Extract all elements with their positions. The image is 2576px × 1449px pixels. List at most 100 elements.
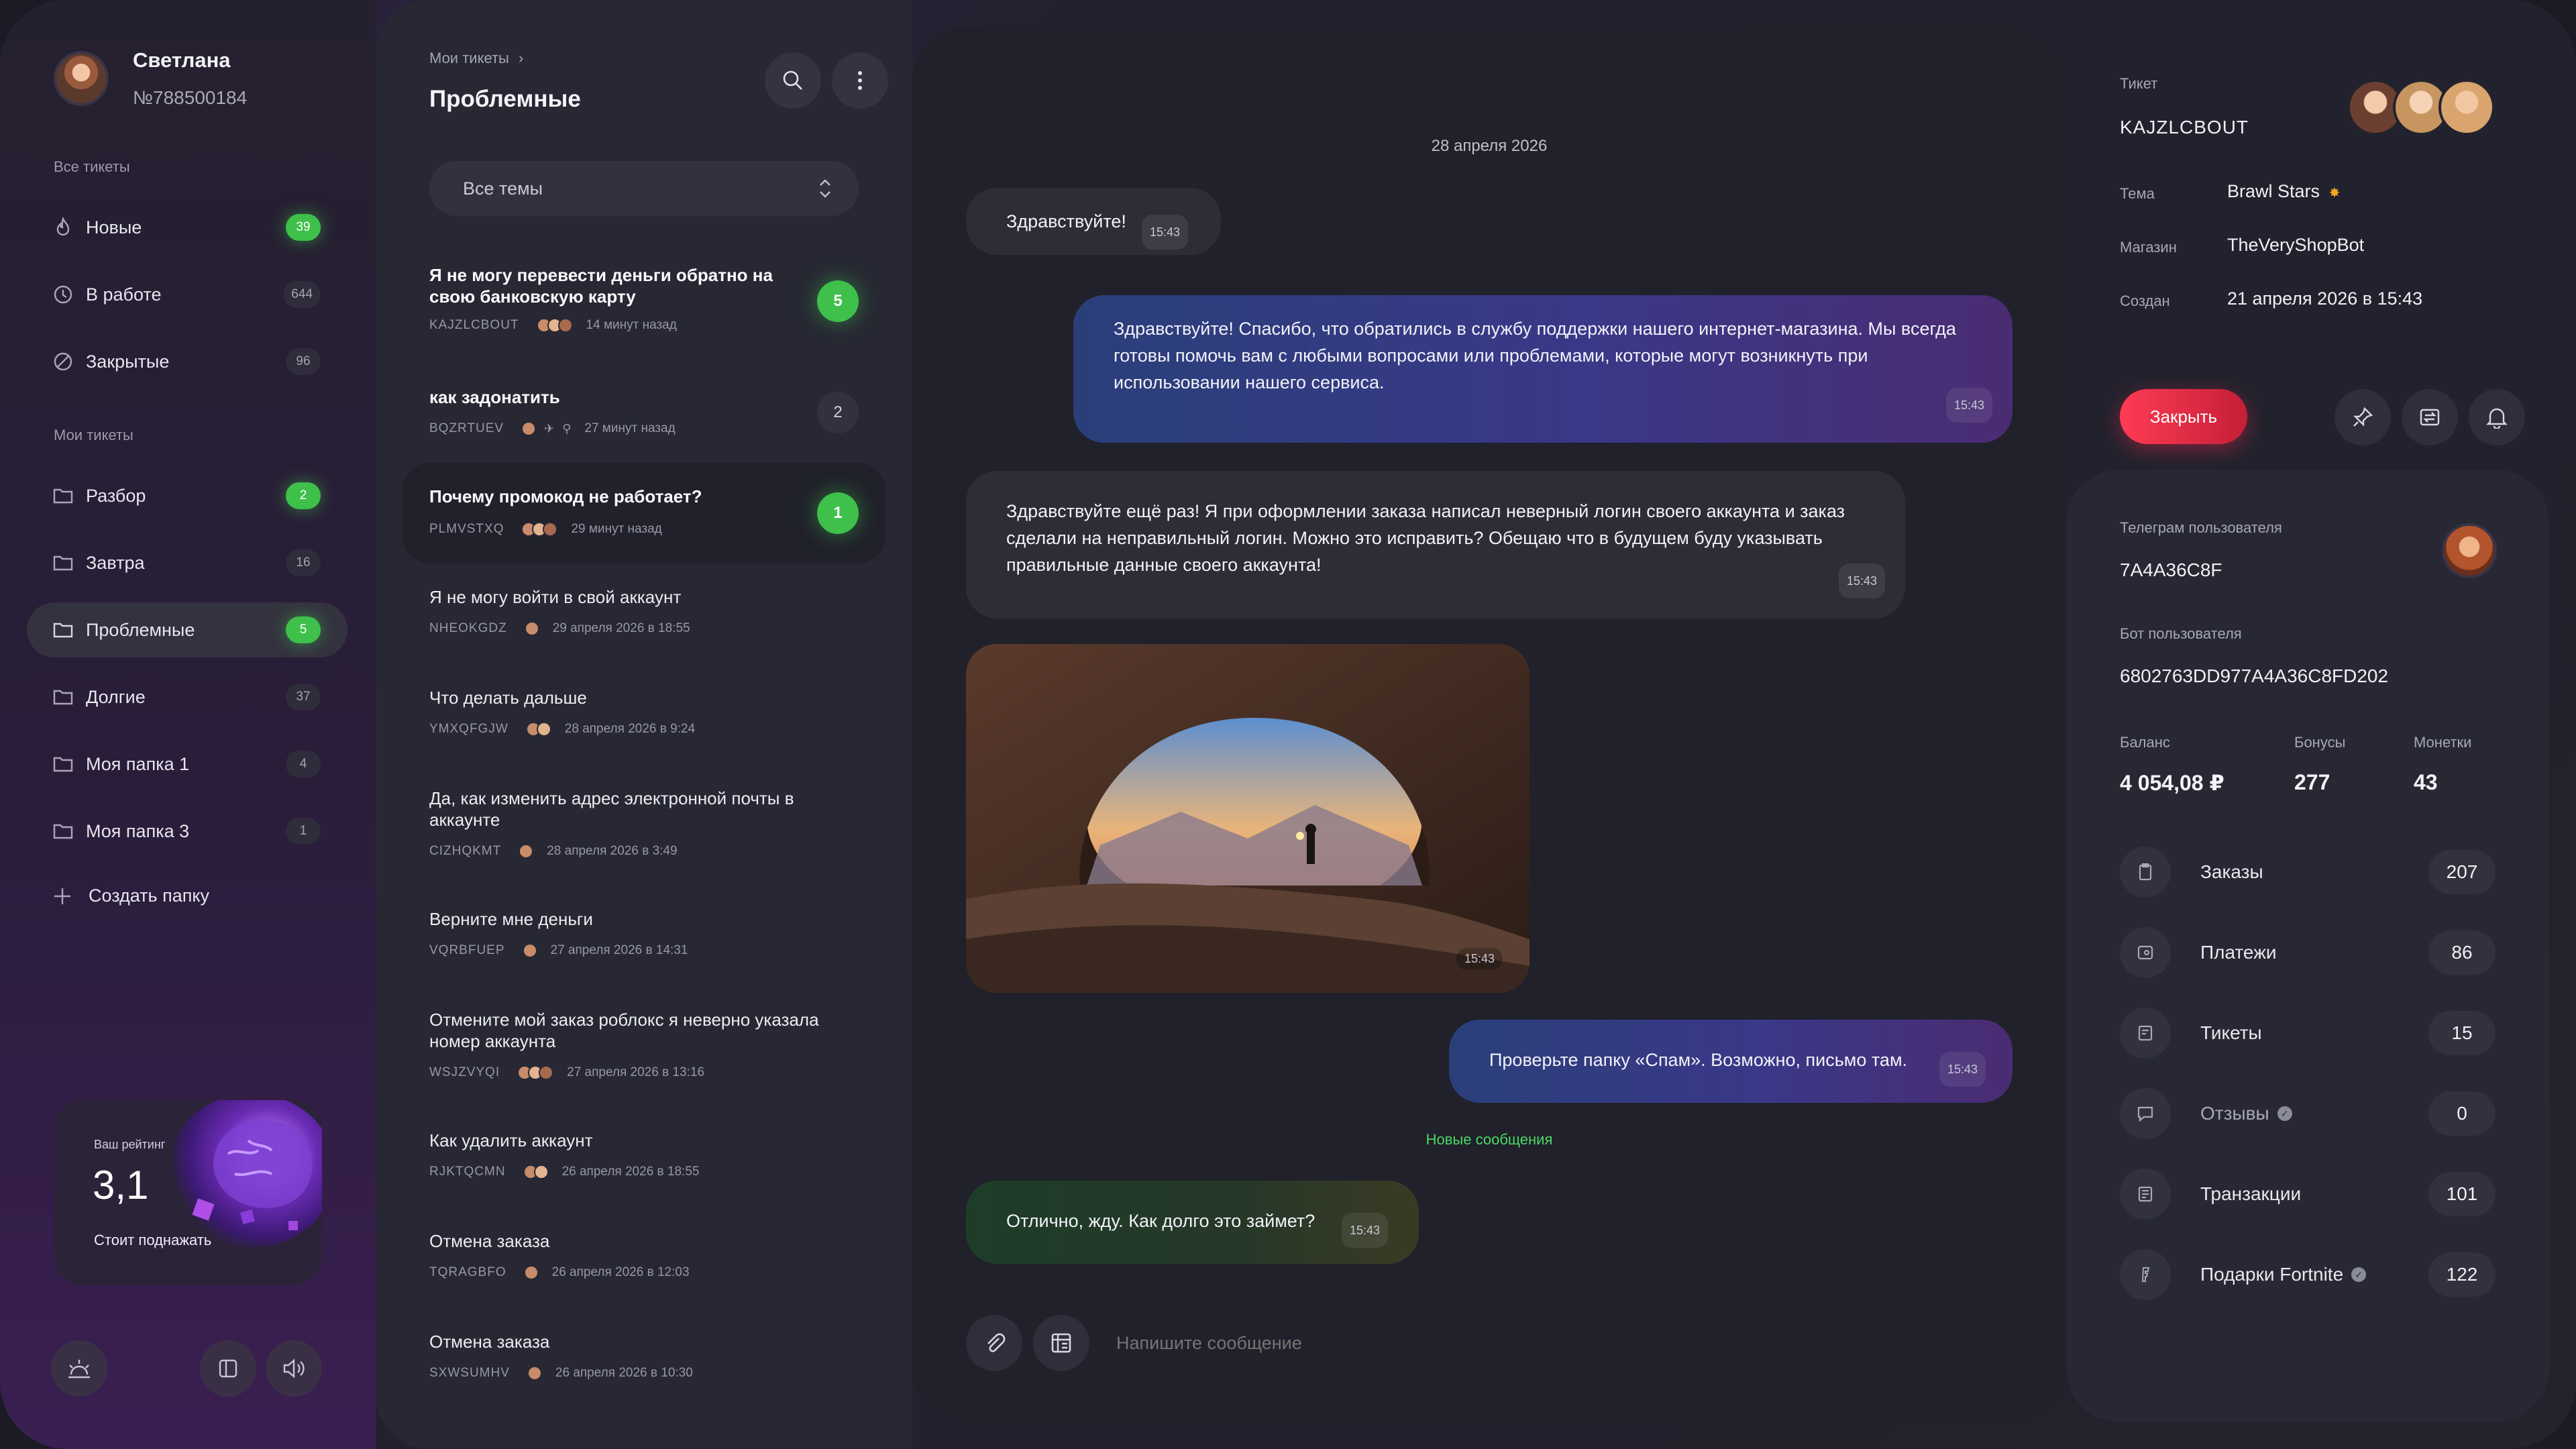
more-vertical-icon: [858, 71, 862, 90]
customer-info-panel: Телеграм пользователя 7A4A36C8F Бот поль…: [2066, 470, 2549, 1422]
stat-value: 15: [2428, 1011, 2496, 1055]
ticket-meta: VQRBFUEP 27 апреля 2026 в 14:31: [429, 943, 688, 958]
folder-icon: [52, 485, 74, 506]
ticket-item[interactable]: Отмена заказа SXWSUMHV 26 апреля 2026 в …: [402, 1322, 885, 1409]
assignee-avatars: [527, 1366, 542, 1381]
chevron-up-down-icon: [820, 179, 830, 198]
ticket-item[interactable]: Отмена заказа TQRAGBFO 26 апреля 2026 в …: [402, 1221, 885, 1308]
ticket-code: SXWSUMHV: [429, 1366, 510, 1380]
message-incoming[interactable]: Здравствуйте ещё раз! Я при оформлении з…: [966, 471, 1905, 619]
sidebar-item-in-progress[interactable]: В работе 644: [27, 267, 347, 322]
collapse-sidebar-button[interactable]: [200, 1340, 256, 1397]
ticket-item[interactable]: Я не могу войти в свой аккаунт NHEOKGDZ …: [402, 577, 885, 664]
stat-reviews[interactable]: Отзывы ✓ 0: [2120, 1087, 2496, 1140]
ticket-item[interactable]: Как удалить аккаунт RJKTQCMN 26 апреля 2…: [402, 1120, 885, 1208]
message-outgoing[interactable]: Проверьте папку «Спам». Возможно, письмо…: [1449, 1020, 2012, 1103]
ticket-code: KAJZLCBOUT: [429, 318, 519, 332]
sidebar-item-problematic[interactable]: Проблемные 5: [27, 602, 347, 657]
bonuses-value: 277: [2294, 770, 2330, 794]
assignee-avatars: [522, 943, 537, 958]
folder-icon: [52, 753, 74, 775]
ticket-info-panel: Тикет KAJZLCBOUT Тема Brawl Stars ✸ Мага…: [2066, 27, 2549, 470]
ticket-item[interactable]: Верните мне деньги VQRBFUEP 27 апреля 20…: [402, 899, 885, 986]
coins-value: 43: [2414, 770, 2438, 794]
theme-toggle-button[interactable]: [51, 1340, 107, 1397]
stat-orders[interactable]: Заказы 207: [2120, 845, 2496, 899]
transfer-button[interactable]: [2402, 389, 2458, 445]
ticket-item[interactable]: как задонатить BQZRTUEV ✈ ⚲ 27 минут наз…: [402, 362, 885, 449]
chat-panel: 28 апреля 2026 Здравствуйте! 15:43 Здрав…: [912, 27, 2066, 1422]
count-badge: 5: [286, 616, 321, 643]
search-icon: [783, 70, 802, 90]
topic-filter-select[interactable]: Все темы: [429, 161, 859, 216]
sidebar-item-label: Разбор: [86, 485, 146, 506]
sidebar-item-new[interactable]: Новые 39: [27, 200, 347, 255]
check-badge-icon: ✓: [2351, 1267, 2367, 1282]
folder-icon: [52, 686, 74, 708]
ticket-code: CIZHQKMT: [429, 844, 502, 858]
rating-caption: Ваш рейтинг: [94, 1138, 166, 1151]
notifications-button[interactable]: [2469, 389, 2525, 445]
message-outgoing[interactable]: Здравствуйте! Спасибо, что обратились в …: [1073, 295, 2012, 443]
payment-icon: [2120, 927, 2171, 978]
breadcrumb-item[interactable]: Мои тикеты: [429, 50, 509, 66]
attach-button[interactable]: [966, 1315, 1022, 1371]
assignee-avatars[interactable]: [2347, 79, 2495, 136]
more-menu-button[interactable]: [832, 52, 888, 109]
sidebar-item-folder-3[interactable]: Моя папка 3 1: [27, 804, 347, 859]
balance-value: 4 054,08 ₽: [2120, 771, 2224, 795]
ticket-title: Что делать дальше: [429, 688, 587, 708]
bot-value[interactable]: 6802763DD977A4A36C8FD202: [2120, 665, 2388, 687]
stat-transactions[interactable]: Транзакции 101: [2120, 1167, 2496, 1221]
sidebar-item-label: Долгие: [86, 686, 146, 707]
stat-tickets[interactable]: Тикеты 15: [2120, 1006, 2496, 1060]
breadcrumb[interactable]: Мои тикеты ›: [429, 50, 523, 67]
sidebar-item-tomorrow[interactable]: Завтра 16: [27, 535, 347, 590]
page-title: Проблемные: [429, 86, 581, 112]
ticket-item[interactable]: Что делать дальше YMXQFGJW 28 апреля 202…: [402, 678, 885, 765]
telegram-value[interactable]: 7A4A36C8F: [2120, 559, 2222, 581]
user-profile[interactable]: Светлана №788500184: [54, 48, 247, 109]
pushpin-icon: ⚲: [562, 421, 572, 435]
fortnite-icon: [2120, 1249, 2171, 1300]
assignee-avatars: [519, 844, 534, 859]
count-badge: 1: [286, 818, 321, 845]
assignee-avatars: [521, 522, 558, 537]
sidebar-item-label: Закрытые: [86, 351, 170, 372]
ticket-title: Да, как изменить адрес электронной почты…: [429, 788, 794, 830]
close-ticket-button[interactable]: Закрыть: [2120, 389, 2247, 444]
ticket-title: Отмените мой заказ роблокс я неверно ука…: [429, 1010, 819, 1051]
message-time: 15:43: [1838, 564, 1885, 598]
ticket-time: 26 апреля 2026 в 18:55: [561, 1165, 700, 1179]
message-input[interactable]: [1116, 1332, 1921, 1354]
pin-icon: ✈: [544, 421, 555, 435]
ticket-time: 29 апреля 2026 в 18:55: [552, 621, 690, 635]
sound-toggle-button[interactable]: [266, 1340, 322, 1397]
stat-payments[interactable]: Платежи 86: [2120, 926, 2496, 979]
rating-card[interactable]: Ваш рейтинг 3,1 Стоит поднажать: [54, 1100, 322, 1285]
message-incoming[interactable]: Здравствуйте! 15:43: [966, 188, 1221, 255]
sidebar-item-long[interactable]: Долгие 37: [27, 669, 347, 724]
stat-label-text: Подарки Fortnite: [2200, 1264, 2344, 1285]
message-image[interactable]: 15:43: [966, 644, 1529, 993]
ticket-item[interactable]: Я не могу перевести деньги обратно на св…: [402, 248, 885, 342]
ticket-code: BQZRTUEV: [429, 421, 504, 435]
ticket-item[interactable]: Да, как изменить адрес электронной почты…: [402, 778, 885, 879]
sidebar-item-closed[interactable]: Закрытые 96: [27, 334, 347, 389]
transfer-icon: [2420, 409, 2440, 426]
message-time: 15:43: [1939, 1052, 1986, 1087]
message-incoming[interactable]: Отлично, жду. Как долго это займет? 15:4…: [966, 1181, 1419, 1264]
search-button[interactable]: [765, 52, 821, 109]
ticket-item[interactable]: Отмените мой заказ роблокс я неверно ука…: [402, 1000, 885, 1100]
templates-button[interactable]: [1033, 1315, 1089, 1371]
customer-avatar[interactable]: [2442, 523, 2497, 578]
pin-button[interactable]: [2334, 389, 2391, 445]
ticket-meta: TQRAGBFO 26 апреля 2026 в 12:03: [429, 1265, 690, 1280]
sidebar-item-folder-1[interactable]: Моя папка 1 4: [27, 737, 347, 792]
create-folder-button[interactable]: Создать папку: [52, 885, 209, 906]
ticket-item-active[interactable]: Почему промокод не работает? PLMVSTXQ 29…: [402, 463, 885, 564]
sidebar-item-review[interactable]: Разбор 2: [27, 468, 347, 523]
topic-text: Brawl Stars: [2227, 181, 2320, 201]
stat-fortnite-gifts[interactable]: Подарки Fortnite ✓ 122: [2120, 1248, 2496, 1301]
avatar[interactable]: [54, 51, 109, 106]
